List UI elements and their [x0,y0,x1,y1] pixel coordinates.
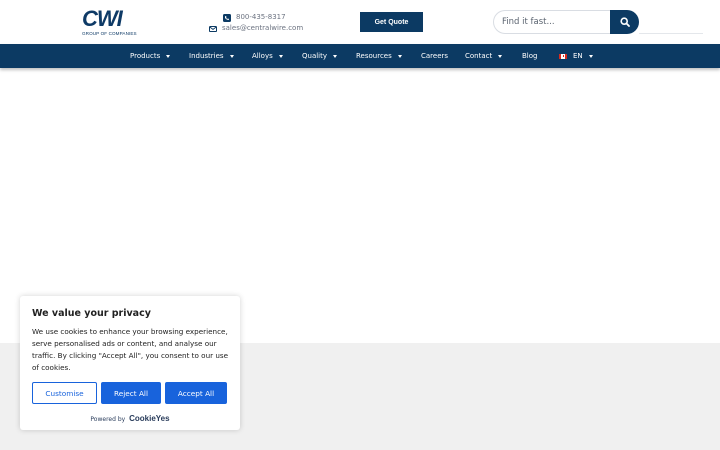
accept-all-button[interactable]: Accept All [165,382,227,404]
nav-item-label: Quality [302,52,328,60]
top-header: CWI GROUP OF COMPANIES 800-435-8317 sale… [0,0,720,44]
canada-flag-icon [559,53,567,59]
get-quote-button[interactable]: Get Quote [360,12,423,32]
language-label: EN [573,52,583,60]
nav-item-contact[interactable]: Contact [465,44,503,68]
nav-item-quality[interactable]: Quality [302,44,338,68]
nav-item-alloys[interactable]: Alloys [252,44,283,68]
email-address: sales@centralwire.com [222,24,304,32]
chevron-down-icon [333,54,338,58]
nav-item-label: Contact [465,52,493,60]
nav-item-label: Resources [356,52,392,60]
search-input[interactable] [493,10,615,34]
contact-info: 800-435-8317 sales@centralwire.com [209,12,303,34]
chevron-down-icon [278,54,283,58]
chevron-down-icon [166,54,171,58]
reject-all-button[interactable]: Reject All [101,382,161,404]
powered-by: Powered by CookieYes [20,414,240,423]
envelope-icon [209,25,217,32]
cookieyes-logo[interactable]: CookieYes [129,414,169,423]
nav-item-resources[interactable]: Resources [356,44,402,68]
search-icon [619,17,630,27]
main-nav: Products Industries Alloys Quality Resou… [0,44,720,68]
cookie-title: We value your privacy [32,308,151,319]
nav-item-label: Products [130,52,161,60]
nav-item-label: Industries [189,52,224,60]
search-button[interactable] [610,10,639,34]
cookie-description: We use cookies to enhance your browsing … [32,327,229,372]
nav-item-industries[interactable]: Industries [189,44,234,68]
powered-by-label: Powered by [90,416,126,423]
logo-subtitle: GROUP OF COMPANIES [82,31,137,36]
chevron-down-icon [397,54,402,58]
cookie-consent-banner: We value your privacy We use cookies to … [20,296,240,430]
customise-button[interactable]: Customise [32,382,97,404]
nav-item-label: Alloys [252,52,273,60]
nav-item-label: Careers [421,52,449,60]
language-selector[interactable]: EN [559,44,593,68]
chevron-down-icon [498,54,503,58]
phone-row[interactable]: 800-435-8317 [209,12,303,23]
logo-mark: CWI [82,6,123,31]
nav-item-label: Blog [522,52,538,60]
page: CWI GROUP OF COMPANIES 800-435-8317 sale… [0,0,720,450]
nav-item-blog[interactable]: Blog [522,44,537,68]
phone-number: 800-435-8317 [236,13,286,21]
phone-icon [223,13,231,22]
nav-item-careers[interactable]: Careers [421,44,448,68]
header-divider [639,33,703,34]
cwi-logo[interactable]: CWI GROUP OF COMPANIES [82,6,138,37]
email-row[interactable]: sales@centralwire.com [209,23,303,34]
chevron-down-icon [588,54,593,58]
chevron-down-icon [229,54,234,58]
nav-item-products[interactable]: Products [130,44,171,68]
search-box [493,10,639,34]
